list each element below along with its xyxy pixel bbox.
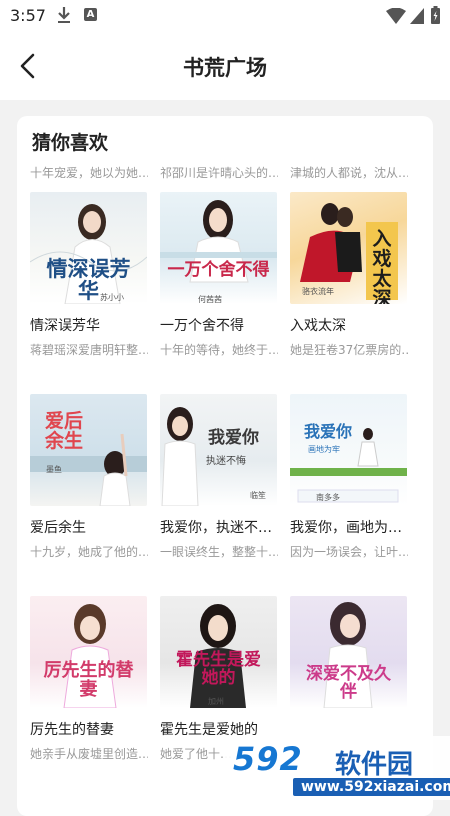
download-icon	[58, 7, 70, 23]
book-desc: 她亲手从废墟里创造…	[30, 747, 148, 761]
status-bar: 3:57 A	[0, 0, 450, 32]
cover-title: 我爱你	[303, 422, 352, 441]
watermark-name: 软件园	[335, 750, 414, 780]
signal-icon	[410, 8, 424, 24]
book-cover[interactable]: 厉先生的替妻	[30, 596, 147, 708]
book-item[interactable]: 深爱不及久伴	[290, 596, 408, 725]
book-title[interactable]: 爱后余生	[30, 517, 148, 537]
app-header: 书荒广场	[0, 32, 450, 100]
hint-text[interactable]: 祁邵川是许晴心头的…	[160, 164, 278, 181]
book-desc: 蒋碧瑶深爱唐明轩整…	[30, 343, 148, 357]
cover-title: 霍先生是爱她的	[176, 650, 261, 688]
book-desc: 一眼误终生，整整十…	[160, 545, 278, 559]
book-item[interactable]: 厉先生的替妻 厉先生的替妻 她亲手从废墟里创造…	[30, 596, 148, 762]
cover-author: 加州	[208, 697, 224, 706]
book-item[interactable]: 爱后余生 墨鱼 爱后余生 十九岁，她成了他的…	[30, 394, 148, 560]
battery-icon	[431, 6, 440, 24]
book-cover[interactable]: 霍先生是爱她的 加州	[160, 596, 277, 708]
book-title[interactable]: 我爱你，画地为…	[290, 517, 408, 537]
book-cover[interactable]: 深爱不及久伴	[290, 596, 407, 708]
cover-title: 爱后余生	[44, 410, 83, 452]
watermark-logo: 592 软件园 www.592xiazai.com	[225, 736, 450, 800]
book-desc: 十九岁，她成了他的…	[30, 545, 148, 559]
cover-subtitle: 执迷不悔	[206, 456, 246, 467]
book-cover[interactable]: 我爱你 画地为牢 南多多	[290, 394, 407, 506]
hint-text[interactable]: 津城的人都说，沈从…	[290, 164, 408, 181]
status-time: 3:57	[10, 6, 46, 25]
cover-subtitle: 画地为牢	[308, 445, 340, 454]
book-cover[interactable]: 情深误芳华 苏小小	[30, 192, 147, 304]
cover-title: 深爱不及久伴	[306, 664, 391, 702]
recommend-card: 猜你喜欢 十年宠爱，她以为她… 祁邵川是许晴心头的… 津城的人都说，沈从… 情深…	[17, 116, 433, 816]
cover-art	[160, 200, 277, 283]
font-badge-icon: A	[84, 8, 97, 21]
book-item[interactable]: 情深误芳华 苏小小 情深误芳华 蒋碧瑶深爱唐明轩整…	[30, 192, 148, 358]
book-title[interactable]: 入戏太深	[290, 315, 408, 335]
cover-title: 我爱你	[208, 428, 259, 448]
book-title[interactable]: 我爱你，执迷不…	[160, 517, 278, 537]
book-title[interactable]: 一万个舍不得	[160, 315, 278, 335]
book-item[interactable]: 我爱你 执迷不悔 临笙 我爱你，执迷不… 一眼误终生，整整十…	[160, 394, 278, 560]
cover-title: 厉先生的替妻	[43, 660, 134, 700]
book-cover[interactable]: 入戏太深 骆衣流年	[290, 192, 407, 304]
book-desc: 十年的等待，她终于…	[160, 343, 278, 357]
book-cover[interactable]: 我爱你 执迷不悔 临笙	[160, 394, 277, 506]
section-title: 猜你喜欢	[32, 132, 109, 154]
book-item[interactable]: 一万个舍不得 何茜茜 一万个舍不得 十年的等待，她终于…	[160, 192, 278, 358]
book-title[interactable]: 情深误芳华	[30, 315, 148, 335]
wifi-icon	[386, 8, 406, 24]
page-title: 书荒广场	[183, 56, 267, 80]
watermark-url: www.592xiazai.com	[293, 778, 450, 796]
book-item[interactable]: 我爱你 画地为牢 南多多 我爱你，画地为… 因为一场误会，让叶…	[290, 394, 408, 560]
book-item[interactable]: 入戏太深 骆衣流年 入戏太深 她是狂卷37亿票房的…	[290, 192, 408, 358]
cover-title: 入戏太深	[372, 228, 392, 304]
cover-author: 苏小小	[100, 293, 124, 302]
book-title[interactable]: 厉先生的替妻	[30, 719, 148, 739]
book-desc: 因为一场误会，让叶…	[290, 545, 408, 559]
cover-title: 一万个舍不得	[167, 260, 270, 280]
book-cover[interactable]: 爱后余生 墨鱼	[30, 394, 147, 506]
cover-author: 临笙	[250, 491, 266, 500]
hint-text[interactable]: 十年宠爱，她以为她…	[30, 164, 148, 181]
book-desc: 她是狂卷37亿票房的…	[290, 343, 408, 357]
watermark-number: 592	[233, 740, 303, 778]
cover-author: 何茜茜	[198, 295, 222, 304]
cover-author: 骆衣流年	[302, 287, 334, 296]
cover-author: 墨鱼	[46, 465, 62, 474]
cover-author: 南多多	[316, 493, 340, 502]
book-cover[interactable]: 一万个舍不得 何茜茜	[160, 192, 277, 304]
